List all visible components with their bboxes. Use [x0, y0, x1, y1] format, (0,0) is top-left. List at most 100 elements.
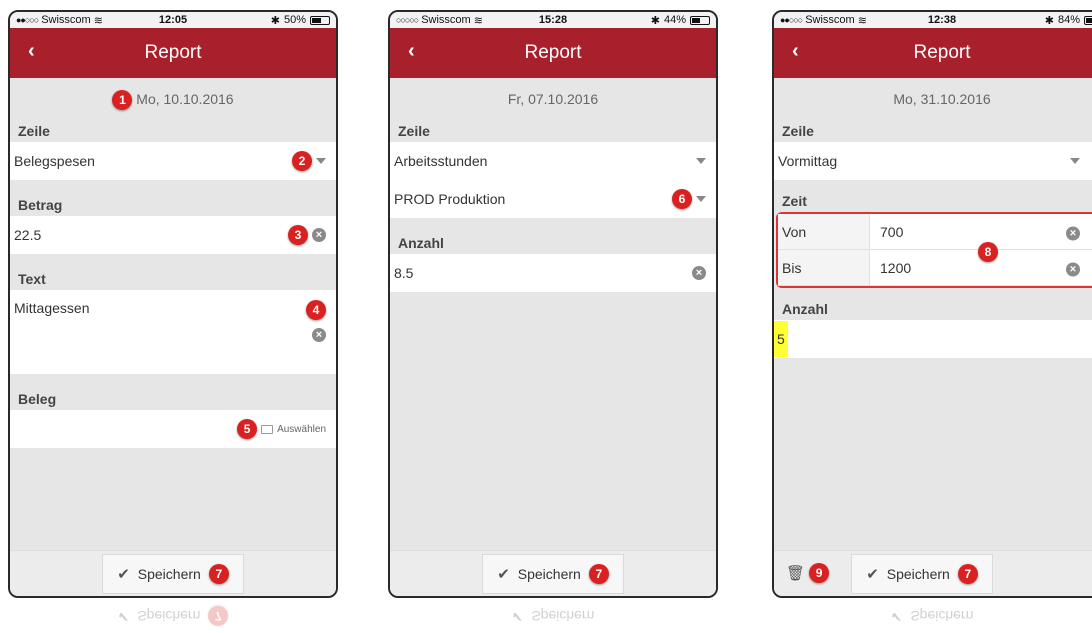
report-date: 1 Mo, 10.10.2016: [10, 78, 336, 120]
reflection: ✔ Speichern 7: [8, 600, 338, 633]
reflection: ✔ Speichern: [511, 608, 595, 626]
reflection: ✔ Speichern: [890, 608, 974, 626]
zeile-select[interactable]: Belegspesen 2: [10, 142, 336, 180]
signal-icon: ●●○○○: [780, 15, 803, 25]
callout-badge: 7: [208, 563, 229, 584]
clock: 12:38: [927, 14, 957, 26]
check-icon: ✔: [866, 565, 879, 583]
choose-file-button[interactable]: Auswählen: [261, 424, 326, 435]
product-select[interactable]: PROD Produktion 6: [390, 180, 716, 218]
callout-badge: 7: [957, 563, 978, 584]
text-area[interactable]: Mittagessen 4 ×: [10, 290, 336, 374]
bottom-toolbar: ✔ Speichern 7: [10, 550, 336, 596]
page-title: Report: [524, 42, 582, 63]
nav-bar: ‹ Report: [390, 28, 716, 78]
von-row[interactable]: Von 700 ×: [778, 214, 1092, 250]
bis-label: Bis: [778, 250, 870, 285]
anzahl-input[interactable]: 5: [774, 320, 1092, 358]
phone-screen-hours: ○○○○○ Swisscom ≋ 15:28 ✱ 44% ‹ Report Fr, 0…: [388, 10, 718, 598]
caret-down-icon: [1070, 158, 1080, 164]
callout-badge: 6: [672, 189, 692, 209]
callout-badge: 7: [588, 563, 609, 584]
zeit-label: Zeit: [782, 193, 807, 209]
callout-badge: 5: [237, 419, 258, 439]
clock: 15:28: [538, 14, 568, 26]
bis-row[interactable]: Bis 1200 ×: [778, 250, 1092, 286]
anzahl-label: Anzahl: [398, 235, 444, 251]
callout-badge: 1: [112, 90, 133, 110]
check-icon: ✔: [117, 565, 130, 583]
bluetooth-icon: ✱: [650, 14, 660, 27]
carrier: Swisscom: [41, 14, 91, 26]
callout-badge: 2: [292, 151, 312, 171]
delete-button[interactable]: 🗑 9: [786, 563, 830, 583]
clear-icon[interactable]: ×: [1066, 262, 1080, 276]
battery-icon: [310, 15, 330, 25]
carrier: Swisscom: [421, 14, 471, 26]
trash-icon: 🗑: [786, 565, 806, 582]
text-label: Text: [18, 271, 46, 287]
zeile-label: Zeile: [398, 123, 430, 139]
back-chevron-icon[interactable]: ‹: [408, 40, 415, 63]
page-title: Report: [913, 42, 971, 63]
report-date: Mo, 31.10.2016: [893, 91, 991, 107]
phone-screen-expense: ●●○○○ Swisscom ≋ 12:05 ✱ 50% ‹ Report 1 Mo,…: [8, 10, 338, 598]
save-button[interactable]: ✔ Speichern 7: [102, 553, 244, 594]
status-bar: ○○○○○ Swisscom ≋ 15:28 ✱ 44%: [390, 12, 716, 28]
zeile-select[interactable]: Arbeitsstunden: [390, 142, 716, 180]
anzahl-input[interactable]: 8.5 ×: [390, 254, 716, 292]
report-date: Fr, 07.10.2016: [507, 91, 599, 107]
beleg-label: Beleg: [18, 391, 57, 407]
phone-screen-time: ●●○○○ Swisscom ≋ 12:38 ✱ 84% ‹ Report Mo, 3…: [772, 10, 1092, 598]
save-button[interactable]: ✔ Speichern 7: [482, 553, 624, 594]
carrier: Swisscom: [805, 14, 855, 26]
anzahl-label: Anzahl: [782, 301, 828, 317]
zeile-label: Zeile: [18, 123, 50, 139]
time-range-group: Von 700 × Bis 1200 × 8: [776, 212, 1092, 288]
caret-down-icon: [696, 158, 706, 164]
signal-icon: ●●○○○: [16, 15, 39, 25]
clear-icon[interactable]: ×: [692, 266, 706, 280]
bottom-toolbar: 🗑 9 ✔ Speichern 7: [774, 550, 1092, 596]
battery-icon: [690, 15, 710, 25]
check-icon: ✔: [497, 565, 510, 583]
back-chevron-icon[interactable]: ‹: [792, 40, 799, 63]
bluetooth-icon: ✱: [1044, 14, 1054, 27]
caret-down-icon: [316, 158, 326, 164]
nav-bar: ‹ Report: [774, 28, 1092, 78]
betrag-label: Betrag: [18, 197, 63, 213]
battery-percent: 50%: [283, 14, 306, 26]
caret-down-icon: [696, 196, 706, 202]
status-bar: ●●○○○ Swisscom ≋ 12:05 ✱ 50%: [10, 12, 336, 28]
wifi-icon: ≋: [473, 14, 483, 27]
bottom-toolbar: ✔ Speichern 7: [390, 550, 716, 596]
page-title: Report: [144, 42, 202, 63]
signal-icon: ○○○○○: [396, 15, 419, 25]
von-label: Von: [778, 214, 870, 249]
bis-input[interactable]: 1200: [870, 260, 911, 276]
betrag-input[interactable]: 22.5 3 ×: [10, 216, 336, 254]
status-bar: ●●○○○ Swisscom ≋ 12:38 ✱ 84%: [774, 12, 1092, 28]
battery-icon: [1084, 15, 1092, 25]
beleg-row: 5 Auswählen: [10, 410, 336, 448]
wifi-icon: ≋: [857, 14, 867, 27]
callout-badge: 4: [306, 300, 326, 320]
back-chevron-icon[interactable]: ‹: [28, 40, 35, 63]
clear-icon[interactable]: ×: [312, 228, 326, 242]
bluetooth-icon: ✱: [270, 14, 280, 27]
clear-icon[interactable]: ×: [312, 328, 326, 342]
save-button[interactable]: ✔ Speichern 7: [851, 553, 993, 594]
wifi-icon: ≋: [93, 14, 103, 27]
folder-icon: [261, 424, 274, 434]
clear-icon[interactable]: ×: [1066, 226, 1080, 240]
von-input[interactable]: 700: [870, 224, 903, 240]
clock: 12:05: [158, 14, 188, 26]
nav-bar: ‹ Report: [10, 28, 336, 78]
callout-badge: 8: [978, 242, 998, 262]
zeile-select[interactable]: Vormittag: [774, 142, 1092, 180]
zeile-label: Zeile: [782, 123, 814, 139]
callout-badge: 3: [288, 225, 308, 245]
battery-percent: 84%: [1057, 14, 1080, 26]
battery-percent: 44%: [663, 14, 686, 26]
callout-badge: 9: [809, 563, 830, 583]
